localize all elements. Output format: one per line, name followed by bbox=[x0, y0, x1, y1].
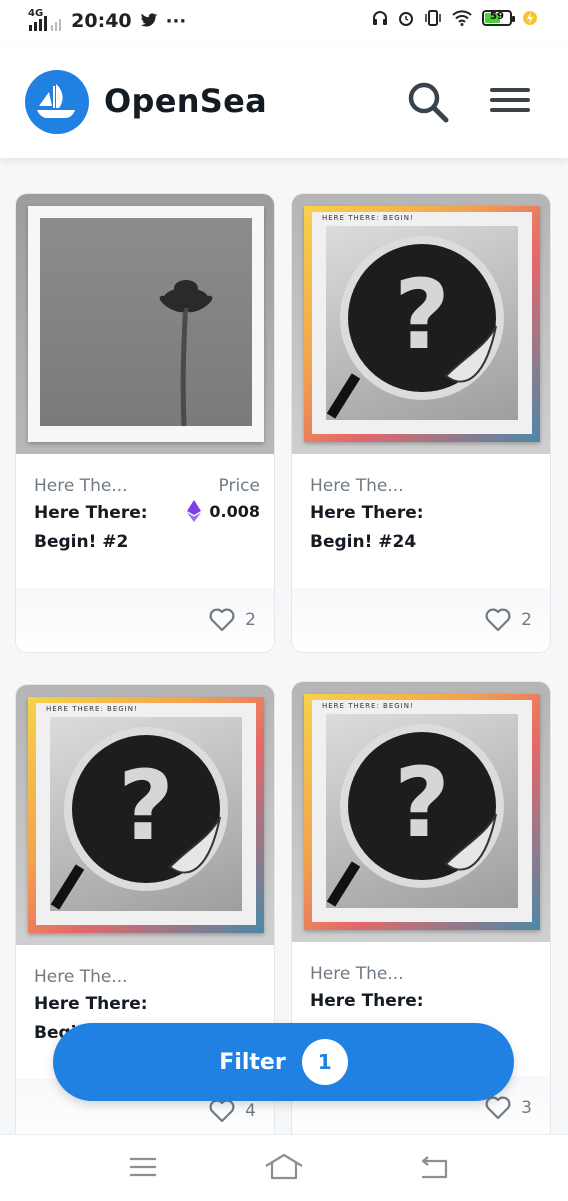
card-footer: 2 bbox=[292, 588, 550, 652]
asset-grid: Here The... Here There: Begin! #2 Price … bbox=[0, 158, 568, 1134]
asset-image: HERE THERE: BEGIN! ? bbox=[292, 194, 550, 454]
asset-name[interactable]: Here There: Begin! #24 bbox=[310, 499, 460, 557]
menu-lines-icon bbox=[130, 1157, 156, 1177]
asset-image bbox=[16, 194, 274, 454]
network-type: 4G bbox=[28, 8, 44, 19]
system-nav-bar bbox=[0, 1134, 568, 1201]
price-label: Price bbox=[218, 476, 260, 496]
price-block: Price 0.008 bbox=[187, 476, 260, 522]
app-header: OpenSea bbox=[0, 44, 568, 158]
heart-icon bbox=[209, 608, 235, 632]
opensea-logo[interactable] bbox=[25, 70, 89, 134]
home-icon bbox=[265, 1153, 303, 1180]
twitter-icon bbox=[140, 13, 157, 27]
favorite-button[interactable]: 2 bbox=[485, 608, 532, 632]
question-mark-sticker-art: ? bbox=[326, 236, 504, 419]
like-count: 2 bbox=[245, 610, 256, 630]
back-icon bbox=[421, 1156, 448, 1179]
alarm-icon bbox=[399, 12, 413, 26]
favorite-button[interactable]: 4 bbox=[209, 1099, 256, 1123]
hamburger-menu-icon[interactable] bbox=[486, 82, 534, 122]
price-value: 0.008 bbox=[187, 500, 260, 522]
asset-image: HERE THERE: BEGIN! ? bbox=[16, 685, 274, 945]
more-notifications-icon: ··· bbox=[165, 10, 187, 32]
svg-text:?: ? bbox=[118, 750, 174, 862]
status-right: 59 bbox=[372, 10, 538, 26]
headphones-icon bbox=[373, 11, 387, 25]
status-left: 4G 20:40 ··· bbox=[28, 8, 187, 33]
brand-name[interactable]: OpenSea bbox=[104, 82, 267, 120]
asset-name[interactable]: Here There: Begin! #2 bbox=[34, 499, 184, 557]
favorite-button[interactable]: 2 bbox=[209, 608, 256, 632]
back-button[interactable] bbox=[412, 1149, 456, 1185]
collection-name[interactable]: Here The... bbox=[310, 476, 536, 496]
home-button[interactable] bbox=[262, 1149, 306, 1185]
search-icon bbox=[408, 82, 449, 123]
art-caption: HERE THERE: BEGIN! bbox=[322, 214, 414, 222]
asset-meta: Here The... Here There: bbox=[310, 964, 536, 1016]
vibrate-icon bbox=[425, 10, 441, 26]
status-bar: 4G 20:40 ··· 59 bbox=[0, 0, 568, 44]
search-button[interactable] bbox=[404, 78, 452, 126]
favorite-button[interactable]: 3 bbox=[485, 1096, 532, 1120]
like-count: 3 bbox=[521, 1098, 532, 1118]
battery-level: 59 bbox=[490, 11, 504, 22]
opensea-ship-icon bbox=[37, 84, 75, 118]
filter-count-badge: 1 bbox=[301, 1039, 348, 1085]
asset-name[interactable]: Here There: bbox=[310, 987, 460, 1016]
clock: 20:40 bbox=[71, 10, 132, 32]
palm-tree-art bbox=[159, 280, 213, 426]
like-count: 2 bbox=[521, 610, 532, 630]
heart-icon bbox=[485, 608, 511, 632]
battery-icon: 59 bbox=[482, 10, 515, 26]
ethereum-icon bbox=[187, 500, 202, 522]
art-caption: HERE THERE: BEGIN! bbox=[322, 702, 414, 710]
heart-icon bbox=[209, 1099, 235, 1123]
wifi-icon bbox=[452, 10, 472, 26]
price-amount: 0.008 bbox=[209, 501, 260, 521]
asset-meta: Here The... Here There: Begin! #2 Price … bbox=[34, 476, 260, 557]
asset-card[interactable]: HERE THERE: BEGIN! ? Here The... Here Th bbox=[291, 193, 551, 653]
svg-text:?: ? bbox=[394, 259, 450, 371]
asset-image: HERE THERE: BEGIN! ? bbox=[292, 682, 550, 942]
like-count: 4 bbox=[245, 1101, 256, 1121]
filter-label: Filter bbox=[219, 1049, 286, 1075]
filter-button[interactable]: Filter 1 bbox=[53, 1023, 514, 1101]
card-footer: 2 bbox=[16, 588, 274, 652]
heart-icon bbox=[485, 1096, 511, 1120]
asset-card[interactable]: Here The... Here There: Begin! #2 Price … bbox=[15, 193, 275, 653]
art-caption: HERE THERE: BEGIN! bbox=[46, 705, 138, 713]
question-mark-sticker-art: ? bbox=[50, 727, 228, 910]
collection-name[interactable]: Here The... bbox=[34, 967, 260, 987]
svg-text:?: ? bbox=[394, 747, 450, 859]
charging-icon bbox=[523, 11, 537, 25]
recent-apps-button[interactable] bbox=[121, 1149, 165, 1185]
asset-meta: Here The... Here There: Begin! #24 bbox=[310, 476, 536, 557]
question-mark-sticker-art: ? bbox=[326, 724, 504, 907]
collection-name[interactable]: Here The... bbox=[310, 964, 536, 984]
